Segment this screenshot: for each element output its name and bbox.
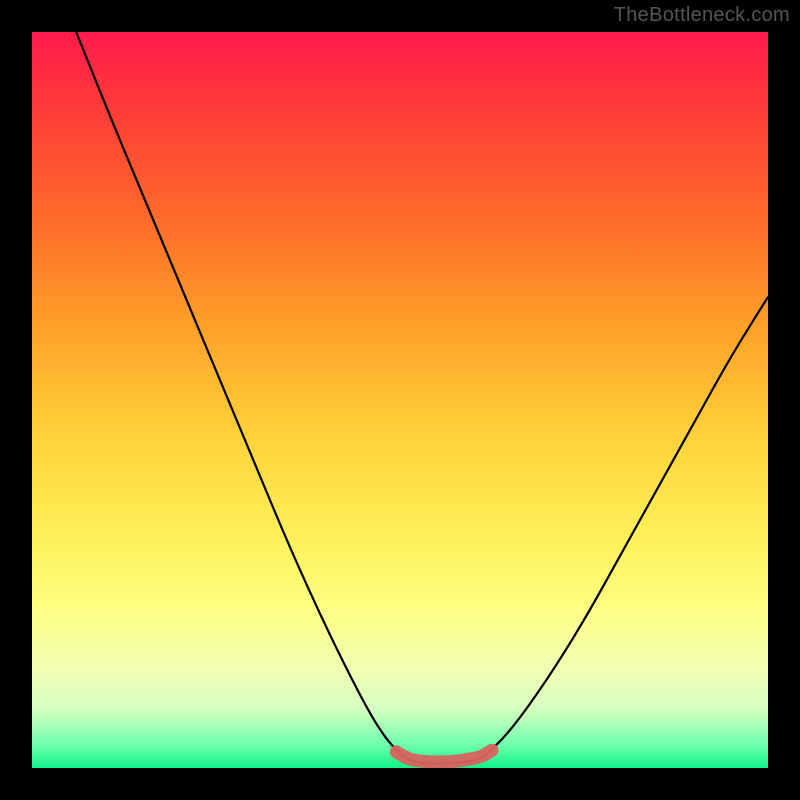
chart-frame: TheBottleneck.com <box>0 0 800 800</box>
optimal-region-marker <box>32 32 768 768</box>
watermark-text: TheBottleneck.com <box>614 4 790 27</box>
plot-area <box>32 32 768 768</box>
